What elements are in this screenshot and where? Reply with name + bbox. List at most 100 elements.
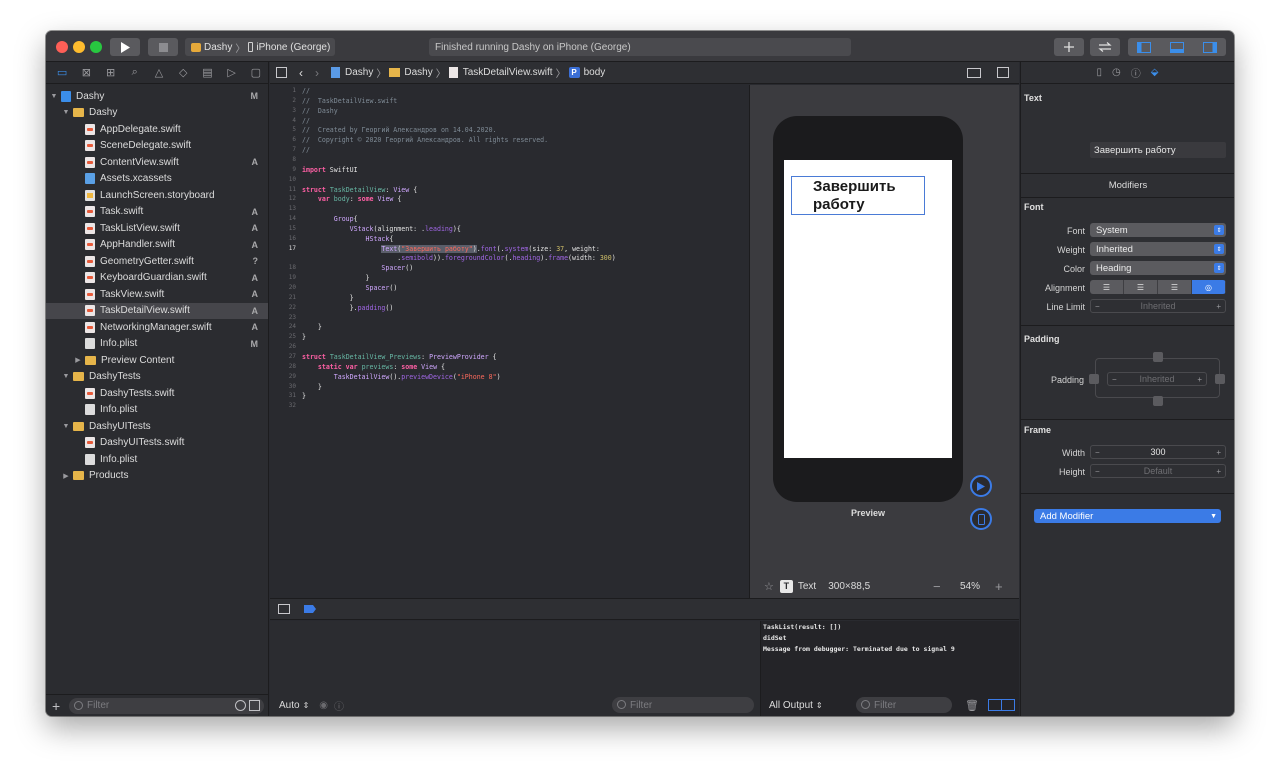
font-popup[interactable]: System ⇕ xyxy=(1090,223,1226,237)
add-editor-icon[interactable] xyxy=(997,67,1009,78)
file-tree-row[interactable]: ▼ Dashy xyxy=(46,105,268,122)
code-line[interactable]: // Copyright © 2020 Георгий Александров.… xyxy=(302,136,548,144)
code-line[interactable]: var body: some View { xyxy=(302,195,401,203)
align-center-icon[interactable]: ☰ xyxy=(1124,280,1158,294)
file-tree-row[interactable]: ▶ Products xyxy=(46,468,268,485)
code-line[interactable]: struct TaskDetailView: View { xyxy=(302,186,417,194)
width-stepper[interactable]: − 300 + xyxy=(1090,445,1226,459)
padding-top-checkbox[interactable] xyxy=(1153,352,1163,362)
file-inspector-icon[interactable]: ▯ xyxy=(1097,67,1103,78)
pin-icon[interactable]: ☆ xyxy=(764,580,774,593)
stop-button[interactable] xyxy=(148,38,178,56)
code-line[interactable]: } xyxy=(302,294,354,302)
align-inherited-icon[interactable]: ◎ xyxy=(1192,280,1226,294)
output-select[interactable]: All Output xyxy=(769,700,813,711)
trash-icon[interactable]: 🗑 xyxy=(965,699,979,712)
console-filter-input[interactable]: Filter xyxy=(856,697,952,713)
zoom-level[interactable]: 54% xyxy=(960,581,980,592)
code-line[interactable]: Group{ xyxy=(302,215,358,223)
attributes-inspector-icon[interactable]: ⬙ xyxy=(1151,67,1159,78)
file-tree-row[interactable]: ▼ Dashy M xyxy=(46,88,268,105)
history-inspector-icon[interactable]: ◷ xyxy=(1112,67,1121,78)
code-line[interactable]: } xyxy=(302,392,306,400)
scheme-selector[interactable]: Dashy 〉 iPhone (George) xyxy=(185,38,335,56)
variables-filter-input[interactable]: Filter xyxy=(612,697,754,713)
preview-text-element[interactable]: Завершить работу xyxy=(791,176,925,215)
close-window-button[interactable] xyxy=(56,41,68,53)
code-line[interactable]: }.padding() xyxy=(302,304,394,312)
add-modifier-popup[interactable]: Add Modifier ▼ xyxy=(1034,509,1221,523)
minimize-window-button[interactable] xyxy=(73,41,85,53)
zoom-window-button[interactable] xyxy=(90,41,102,53)
breadcrumb-project[interactable]: Dashy xyxy=(345,67,373,78)
code-line[interactable]: // xyxy=(302,87,310,95)
run-button[interactable] xyxy=(110,38,140,56)
code-line[interactable]: } xyxy=(302,333,306,341)
zoom-out-icon[interactable]: − xyxy=(933,579,941,594)
code-line[interactable]: } xyxy=(302,274,370,282)
disclosure-triangle-icon[interactable]: ▶ xyxy=(74,356,82,364)
code-line[interactable]: // TaskDetailView.swift xyxy=(302,97,397,105)
plus-icon[interactable]: + xyxy=(1216,467,1221,476)
split-view-icon[interactable] xyxy=(988,699,1015,711)
source-editor[interactable]: 1 // 2 // TaskDetailView.swift 3 // Dashy 4 // 5… xyxy=(270,85,748,598)
padding-right-checkbox[interactable] xyxy=(1215,374,1225,384)
file-tree-row[interactable]: SceneDelegate.swift xyxy=(46,138,268,155)
file-tree-row[interactable]: AppDelegate.swift xyxy=(46,121,268,138)
breakpoints-toggle-icon[interactable] xyxy=(304,605,316,613)
align-left-icon[interactable]: ☰ xyxy=(1090,280,1124,294)
folder-icon[interactable]: ▭ xyxy=(50,62,74,84)
file-tree-row[interactable]: DashyTests.swift xyxy=(46,385,268,402)
navigator-filter-input[interactable]: Filter xyxy=(69,697,264,714)
disclosure-triangle-icon[interactable]: ▼ xyxy=(62,423,70,430)
file-tree-row[interactable]: LaunchScreen.storyboard xyxy=(46,187,268,204)
file-tree-row[interactable]: Task.swift A xyxy=(46,204,268,221)
related-items-icon[interactable] xyxy=(276,67,287,78)
code-line[interactable]: // xyxy=(302,117,310,125)
file-tree-row[interactable]: ▼ DashyTests xyxy=(46,369,268,386)
disclosure-triangle-icon[interactable]: ▼ xyxy=(50,93,58,100)
file-tree-row[interactable]: TaskView.swift A xyxy=(46,286,268,303)
text-value-field[interactable]: Завершить работу xyxy=(1090,142,1226,158)
breadcrumb-file[interactable]: TaskDetailView.swift xyxy=(463,67,553,78)
minus-icon[interactable]: − xyxy=(1112,375,1117,384)
code-line[interactable]: Text("Завершить работу").font(.system(si… xyxy=(302,244,600,253)
file-tree-row[interactable]: Assets.xcassets xyxy=(46,171,268,188)
file-tree-row[interactable]: ContentView.swift A xyxy=(46,154,268,171)
debug-icon[interactable]: ▤ xyxy=(195,62,219,84)
source-control-icon[interactable]: ⊠ xyxy=(74,62,98,84)
info-icon[interactable]: ⓘ xyxy=(334,698,344,713)
padding-leading-checkbox[interactable] xyxy=(1089,374,1099,384)
code-line[interactable]: // Created by Георгий Александров on 14.… xyxy=(302,126,497,134)
file-tree-row[interactable]: NetworkingManager.swift A xyxy=(46,319,268,336)
file-tree-row[interactable]: TaskDetailView.swift A xyxy=(46,302,268,319)
code-line[interactable]: VStack(alignment: .leading){ xyxy=(302,225,461,233)
padding-bottom-checkbox[interactable] xyxy=(1153,396,1163,406)
minus-icon[interactable]: − xyxy=(1095,448,1100,457)
preview-canvas[interactable]: Завершить работу Preview ☆ T Text 300×88… xyxy=(749,85,1019,598)
code-line[interactable]: HStack{ xyxy=(302,235,394,243)
eye-icon[interactable]: ◉ xyxy=(319,700,328,711)
help-inspector-icon[interactable]: ⓘ xyxy=(1131,65,1141,80)
hide-debug-area-icon[interactable] xyxy=(278,604,290,614)
auto-scope-select[interactable]: Auto xyxy=(279,700,300,711)
warning-icon[interactable]: △ xyxy=(147,62,171,84)
code-line[interactable]: // xyxy=(302,146,310,154)
file-tree-row[interactable]: TaskListView.swift A xyxy=(46,220,268,237)
live-preview-button[interactable] xyxy=(970,475,992,497)
padding-stepper[interactable]: − Inherited + xyxy=(1107,372,1207,386)
recent-files-icon[interactable] xyxy=(235,699,246,711)
file-tree-row[interactable]: KeyboardGuardian.swift A xyxy=(46,270,268,287)
file-tree-row[interactable]: AppHandler.swift A xyxy=(46,237,268,254)
file-tree-row[interactable]: Info.plist M xyxy=(46,336,268,353)
file-tree-row[interactable]: DashyUITests.swift xyxy=(46,435,268,452)
code-line[interactable]: Spacer() xyxy=(302,264,413,272)
report-icon[interactable]: ▢ xyxy=(244,62,268,84)
toggle-debug-area-button[interactable] xyxy=(1161,38,1194,56)
code-line[interactable]: .semibold)).foregroundColor(.heading).fr… xyxy=(302,254,615,262)
disclosure-triangle-icon[interactable]: ▼ xyxy=(62,109,70,116)
toggle-inspector-button[interactable] xyxy=(1193,38,1226,56)
file-tree-row[interactable]: ▼ DashyUITests xyxy=(46,418,268,435)
add-file-icon[interactable]: + xyxy=(52,698,60,714)
back-arrow-icon[interactable]: ‹ xyxy=(299,66,303,80)
